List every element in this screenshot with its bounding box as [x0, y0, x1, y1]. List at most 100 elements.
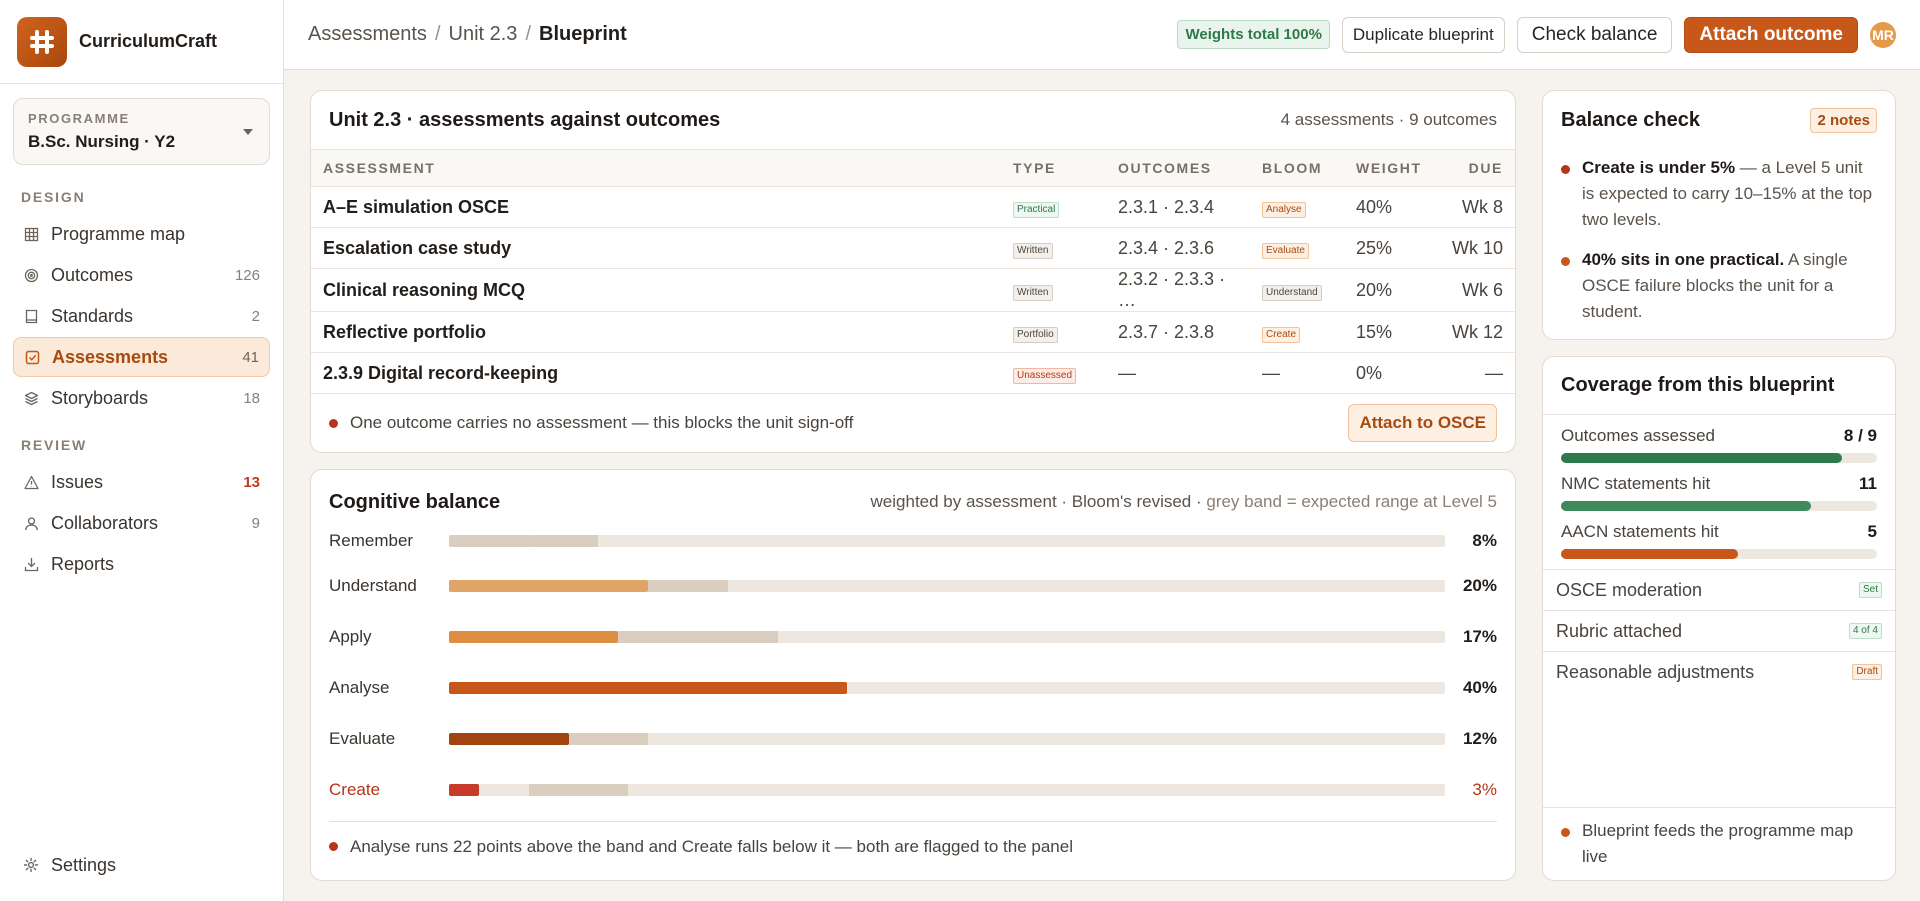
- outcomes-cell: 2.3.4 · 2.3.6: [1106, 227, 1250, 269]
- warning-icon: [23, 474, 39, 490]
- metric-value: 11: [1859, 474, 1877, 493]
- metric-progress-fill: [1561, 549, 1738, 559]
- column-header[interactable]: OUTCOMES: [1106, 149, 1250, 187]
- brand[interactable]: CurriculumCraft: [0, 0, 283, 84]
- type-tag: Written: [1013, 243, 1053, 259]
- due-cell: Wk 12: [1434, 311, 1515, 353]
- attach-outcome-button[interactable]: Attach outcome: [1684, 16, 1858, 53]
- coverage-metric: AACN statements hit 5: [1543, 515, 1895, 559]
- sidebar-item-issues[interactable]: Issues 13: [13, 462, 270, 502]
- breadcrumb: Assessments / Unit 2.3 / Blueprint: [308, 23, 627, 46]
- sidebar-item-programme-map[interactable]: Programme map: [13, 214, 270, 254]
- column-header[interactable]: WEIGHT: [1344, 149, 1434, 187]
- weight-cell: 20%: [1344, 268, 1434, 312]
- metric-progress-bar: [1561, 501, 1877, 511]
- breadcrumb-assessments[interactable]: Assessments: [308, 23, 427, 46]
- column-header[interactable]: DUE: [1434, 149, 1515, 187]
- attach-to-osce-button[interactable]: Attach to OSCE: [1348, 404, 1497, 442]
- meta-legend: grey band = expected range at Level 5: [1206, 492, 1497, 511]
- bloom-cell: Create: [1250, 311, 1344, 353]
- cognitive-balance-footer: Analyse runs 22 points above the band an…: [329, 821, 1497, 871]
- balance-check-card: Balance check 2 notes Create is under 5%…: [1542, 90, 1896, 340]
- bloom-tag: Evaluate: [1262, 243, 1309, 259]
- book-icon: [23, 308, 39, 324]
- table-row[interactable]: Escalation case study Written 2.3.4 · 2.3.…: [311, 227, 1515, 269]
- outcomes-cell: 2.3.2 · 2.3.3 · …: [1106, 268, 1250, 312]
- sidebar-item-count: 126: [234, 266, 260, 284]
- sidebar-item-outcomes[interactable]: Outcomes 126: [13, 255, 270, 295]
- assessment-name: Reflective portfolio: [311, 311, 1001, 353]
- note-bold: 40% sits in one practical.: [1582, 250, 1785, 269]
- bloom-level-value: 12%: [1462, 728, 1497, 748]
- type-tag: Unassessed: [1013, 368, 1077, 384]
- bloom-level-label: Apply: [329, 626, 372, 646]
- breadcrumb-separator: /: [525, 23, 531, 45]
- bloom-level-track: [449, 783, 1445, 796]
- bloom-level-value: 17%: [1462, 626, 1497, 646]
- sidebar-item-label: Settings: [51, 854, 117, 875]
- bloom-cell: Evaluate: [1250, 227, 1344, 269]
- bloom-level-label: Analyse: [329, 677, 390, 697]
- avatar[interactable]: MR: [1870, 21, 1896, 48]
- bloom-level-row: Evaluate 12%: [311, 713, 1515, 764]
- sidebar-item-count: 18: [243, 389, 260, 407]
- type-cell: Written: [1001, 227, 1106, 269]
- check-balance-button[interactable]: Check balance: [1516, 16, 1673, 53]
- expected-range-band: [618, 630, 778, 643]
- column-header[interactable]: ASSESSMENT: [311, 149, 1001, 187]
- breadcrumb-unit[interactable]: Unit 2.3: [449, 23, 518, 46]
- main: Assessments / Unit 2.3 / Blueprint Weigh…: [284, 0, 1920, 901]
- sidebar-item-count: 9: [251, 514, 260, 532]
- status-badge: Set: [1858, 582, 1882, 598]
- assessment-name: Escalation case study: [311, 227, 1001, 269]
- sidebar-item-assessments[interactable]: Assessments 41: [13, 337, 270, 377]
- metric-progress-bar: [1561, 549, 1877, 559]
- bloom-level-row: Apply 17%: [311, 611, 1515, 662]
- sidebar-item-storyboards[interactable]: Storyboards 18: [13, 378, 270, 418]
- bloom-cell: Understand: [1250, 268, 1344, 312]
- metric-label: AACN statements hit: [1561, 522, 1719, 541]
- sidebar-item-label: Reports: [51, 553, 115, 574]
- bloom-cell: —: [1250, 352, 1344, 394]
- bloom-level-fill: [449, 732, 569, 745]
- download-icon: [23, 556, 39, 572]
- metric-progress-bar: [1561, 453, 1877, 463]
- warning-text: One outcome carries no assessment — this…: [350, 413, 854, 432]
- grid-icon: [23, 226, 39, 242]
- sidebar-item-label: Programme map: [51, 223, 186, 244]
- live-dot-icon: [1561, 828, 1570, 837]
- table-row[interactable]: Reflective portfolio Portfolio 2.3.7 · 2.3…: [311, 311, 1515, 353]
- sidebar-item-collaborators[interactable]: Collaborators 9: [13, 503, 270, 543]
- sidebar-item-settings[interactable]: Settings: [13, 845, 270, 885]
- topbar: Assessments / Unit 2.3 / Blueprint Weigh…: [284, 0, 1920, 70]
- assessment-name: A–E simulation OSCE: [311, 186, 1001, 228]
- table-row[interactable]: 2.3.9 Digital record-keeping Unassessed — —…: [311, 352, 1515, 394]
- weights-status-badge: Weights total 100%: [1177, 20, 1330, 49]
- bloom-level-value: 8%: [1472, 531, 1497, 550]
- brand-name: CurriculumCraft: [79, 31, 218, 51]
- column-header[interactable]: TYPE: [1001, 149, 1106, 187]
- type-tag: Practical: [1013, 202, 1060, 218]
- sidebar-item-count: 41: [242, 348, 259, 366]
- status-row[interactable]: Rubric attached 4 of 4: [1543, 610, 1895, 651]
- status-row[interactable]: OSCE moderation Set: [1543, 569, 1895, 610]
- alert-dot-icon: [1561, 165, 1570, 174]
- bloom-level-fill: [449, 783, 479, 796]
- due-cell: —: [1434, 352, 1515, 394]
- table-row[interactable]: A–E simulation OSCE Practical 2.3.1 · 2.3.…: [311, 186, 1515, 228]
- sidebar-item-reports[interactable]: Reports: [13, 544, 270, 584]
- balance-note: 40% sits in one practical. A single OSCE…: [1543, 241, 1895, 333]
- bloom-level-track: [449, 579, 1445, 592]
- table-row[interactable]: Clinical reasoning MCQ Written 2.3.2 · 2.3…: [311, 268, 1515, 312]
- type-cell: Unassessed: [1001, 352, 1106, 394]
- bloom-level-row: Create 3%: [311, 764, 1515, 815]
- bloom-cell: Analyse: [1250, 186, 1344, 228]
- status-row[interactable]: Reasonable adjustments Draft: [1543, 651, 1895, 692]
- checkbox-icon: [24, 349, 40, 365]
- cognitive-balance-meta: weighted by assessment · Bloom's revised…: [871, 492, 1497, 512]
- sidebar-item-standards[interactable]: Standards 2: [13, 296, 270, 336]
- breadcrumb-current: Blueprint: [539, 23, 627, 45]
- duplicate-blueprint-button[interactable]: Duplicate blueprint: [1341, 16, 1505, 53]
- programme-selector[interactable]: PROGRAMME B.Sc. Nursing · Y2: [13, 98, 270, 165]
- column-header[interactable]: BLOOM: [1250, 149, 1344, 187]
